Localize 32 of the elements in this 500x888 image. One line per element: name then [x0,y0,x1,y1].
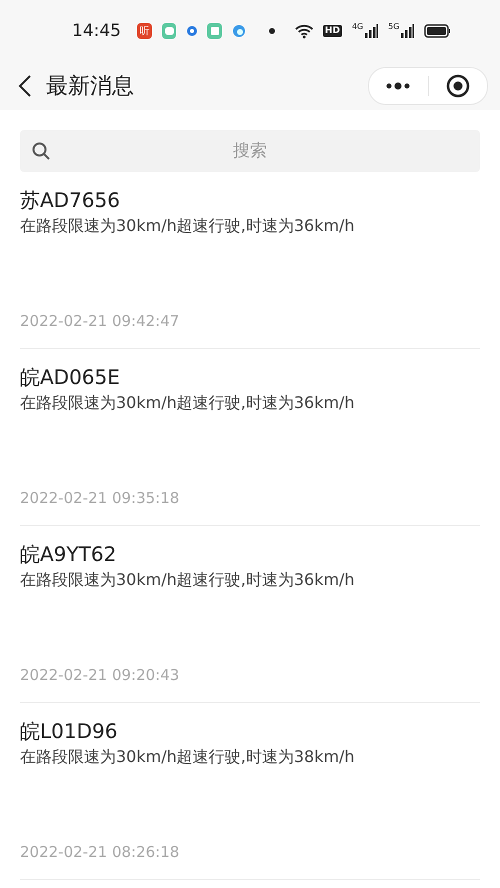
search-icon [32,142,50,160]
back-icon[interactable] [18,75,32,97]
app-notification-icon [232,24,246,38]
target-icon [446,74,470,98]
message-time: 2022-02-21 09:42:47 [20,312,180,330]
hd-badge: HD [322,25,342,37]
plate-number: 皖AD065E [20,364,121,391]
status-time: 14:45 [72,21,121,41]
page-title: 最新消息 [46,73,135,101]
plate-number: 皖A9YT62 [20,541,118,568]
battery-icon [424,24,450,38]
plate-number: 皖L01D96 [20,718,118,745]
message-time: 2022-02-21 09:20:43 [20,666,180,684]
message-time: 2022-02-21 08:26:18 [20,843,180,861]
app-notification-icon: 听 [137,23,152,39]
more-notifications-icon [269,28,275,34]
message-text: 在路段限速为30km/h超速行驶,时速为36km/h [20,569,356,591]
more-icon [385,82,412,90]
network-label: 5G [388,22,400,31]
message-text: 在路段限速为30km/h超速行驶,时速为36km/h [20,392,356,414]
plate-number: 苏AD7656 [20,187,121,214]
signal-icon [401,24,414,38]
app-notification-icon [207,23,222,39]
message-text: 在路段限速为30km/h超速行驶,时速为36km/h [20,215,356,237]
message-text: 在路段限速为30km/h超速行驶,时速为38km/h [20,746,356,768]
message-time: 2022-02-21 09:35:18 [20,489,180,507]
network-label: 4G [352,22,364,31]
signal-icon [365,24,378,38]
app-notification-icon [186,25,198,37]
app-notification-icon [162,23,176,39]
wifi-icon [294,23,313,39]
search-field[interactable]: 搜索 [20,130,480,172]
